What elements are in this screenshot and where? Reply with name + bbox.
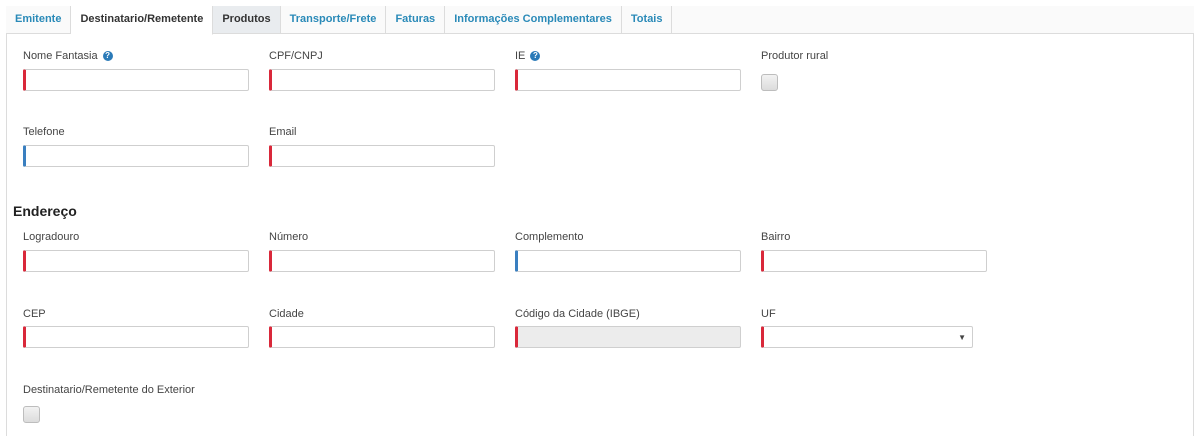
cpf-cnpj-field[interactable]: [269, 69, 495, 91]
bairro-input[interactable]: [764, 251, 986, 271]
email-field[interactable]: [269, 145, 495, 167]
cidade-label: Cidade: [269, 308, 304, 320]
endereco-heading: Endereço: [13, 203, 77, 219]
produtor-rural-checkbox[interactable]: [761, 74, 778, 91]
tab-informacoes-complementares[interactable]: Informações Complementares: [445, 6, 622, 33]
ie-label: IE?: [515, 50, 541, 62]
complemento-label: Complemento: [515, 231, 584, 243]
tab-faturas[interactable]: Faturas: [386, 6, 446, 33]
bairro-label: Bairro: [761, 231, 791, 243]
cep-input[interactable]: [26, 327, 248, 347]
logradouro-input[interactable]: [26, 251, 248, 271]
caret-down-icon[interactable]: ▼: [958, 333, 966, 342]
numero-input[interactable]: [272, 251, 494, 271]
nome-fantasia-input[interactable]: [26, 70, 248, 90]
telefone-label: Telefone: [23, 126, 65, 138]
cep-field[interactable]: [23, 326, 249, 348]
tab-totais[interactable]: Totais: [621, 6, 673, 33]
ie-field[interactable]: [515, 69, 741, 91]
numero-field[interactable]: [269, 250, 495, 272]
tab-produtos[interactable]: Produtos: [213, 6, 281, 33]
cpf-cnpj-label: CPF/CNPJ: [269, 50, 323, 62]
tab-bar: Emitente Destinatario/Remetente Produtos…: [6, 6, 1194, 35]
email-label: Email: [269, 126, 297, 138]
uf-select[interactable]: ▼: [761, 326, 973, 348]
exterior-checkbox[interactable]: [23, 406, 40, 423]
numero-label: Número: [269, 231, 309, 243]
cidade-input[interactable]: [272, 327, 494, 347]
cep-label: CEP: [23, 308, 46, 320]
cpf-cnpj-input[interactable]: [272, 70, 494, 90]
tab-transporte-frete[interactable]: Transporte/Frete: [280, 6, 387, 33]
codigo-cidade-field: [515, 326, 741, 348]
complemento-field[interactable]: [515, 250, 741, 272]
codigo-cidade-input: [518, 327, 740, 347]
tab-emitente[interactable]: Emitente: [6, 6, 72, 33]
codigo-cidade-label: Código da Cidade (IBGE): [515, 308, 640, 320]
telefone-field[interactable]: [23, 145, 249, 167]
uf-label: UF: [761, 308, 776, 320]
logradouro-label: Logradouro: [23, 231, 80, 243]
bairro-field[interactable]: [761, 250, 987, 272]
telefone-input[interactable]: [26, 146, 248, 166]
complemento-input[interactable]: [518, 251, 740, 271]
produtor-rural-label: Produtor rural: [761, 50, 829, 62]
cidade-field[interactable]: [269, 326, 495, 348]
nome-fantasia-label: Nome Fantasia?: [23, 50, 113, 62]
email-input[interactable]: [272, 146, 494, 166]
tab-destinatario-remetente[interactable]: Destinatario/Remetente: [71, 6, 214, 35]
help-icon[interactable]: ?: [530, 51, 541, 61]
logradouro-field[interactable]: [23, 250, 249, 272]
nome-fantasia-field[interactable]: [23, 69, 249, 91]
ie-input[interactable]: [518, 70, 740, 90]
help-icon[interactable]: ?: [102, 51, 113, 61]
exterior-label: Destinatario/Remetente do Exterior: [23, 384, 195, 396]
